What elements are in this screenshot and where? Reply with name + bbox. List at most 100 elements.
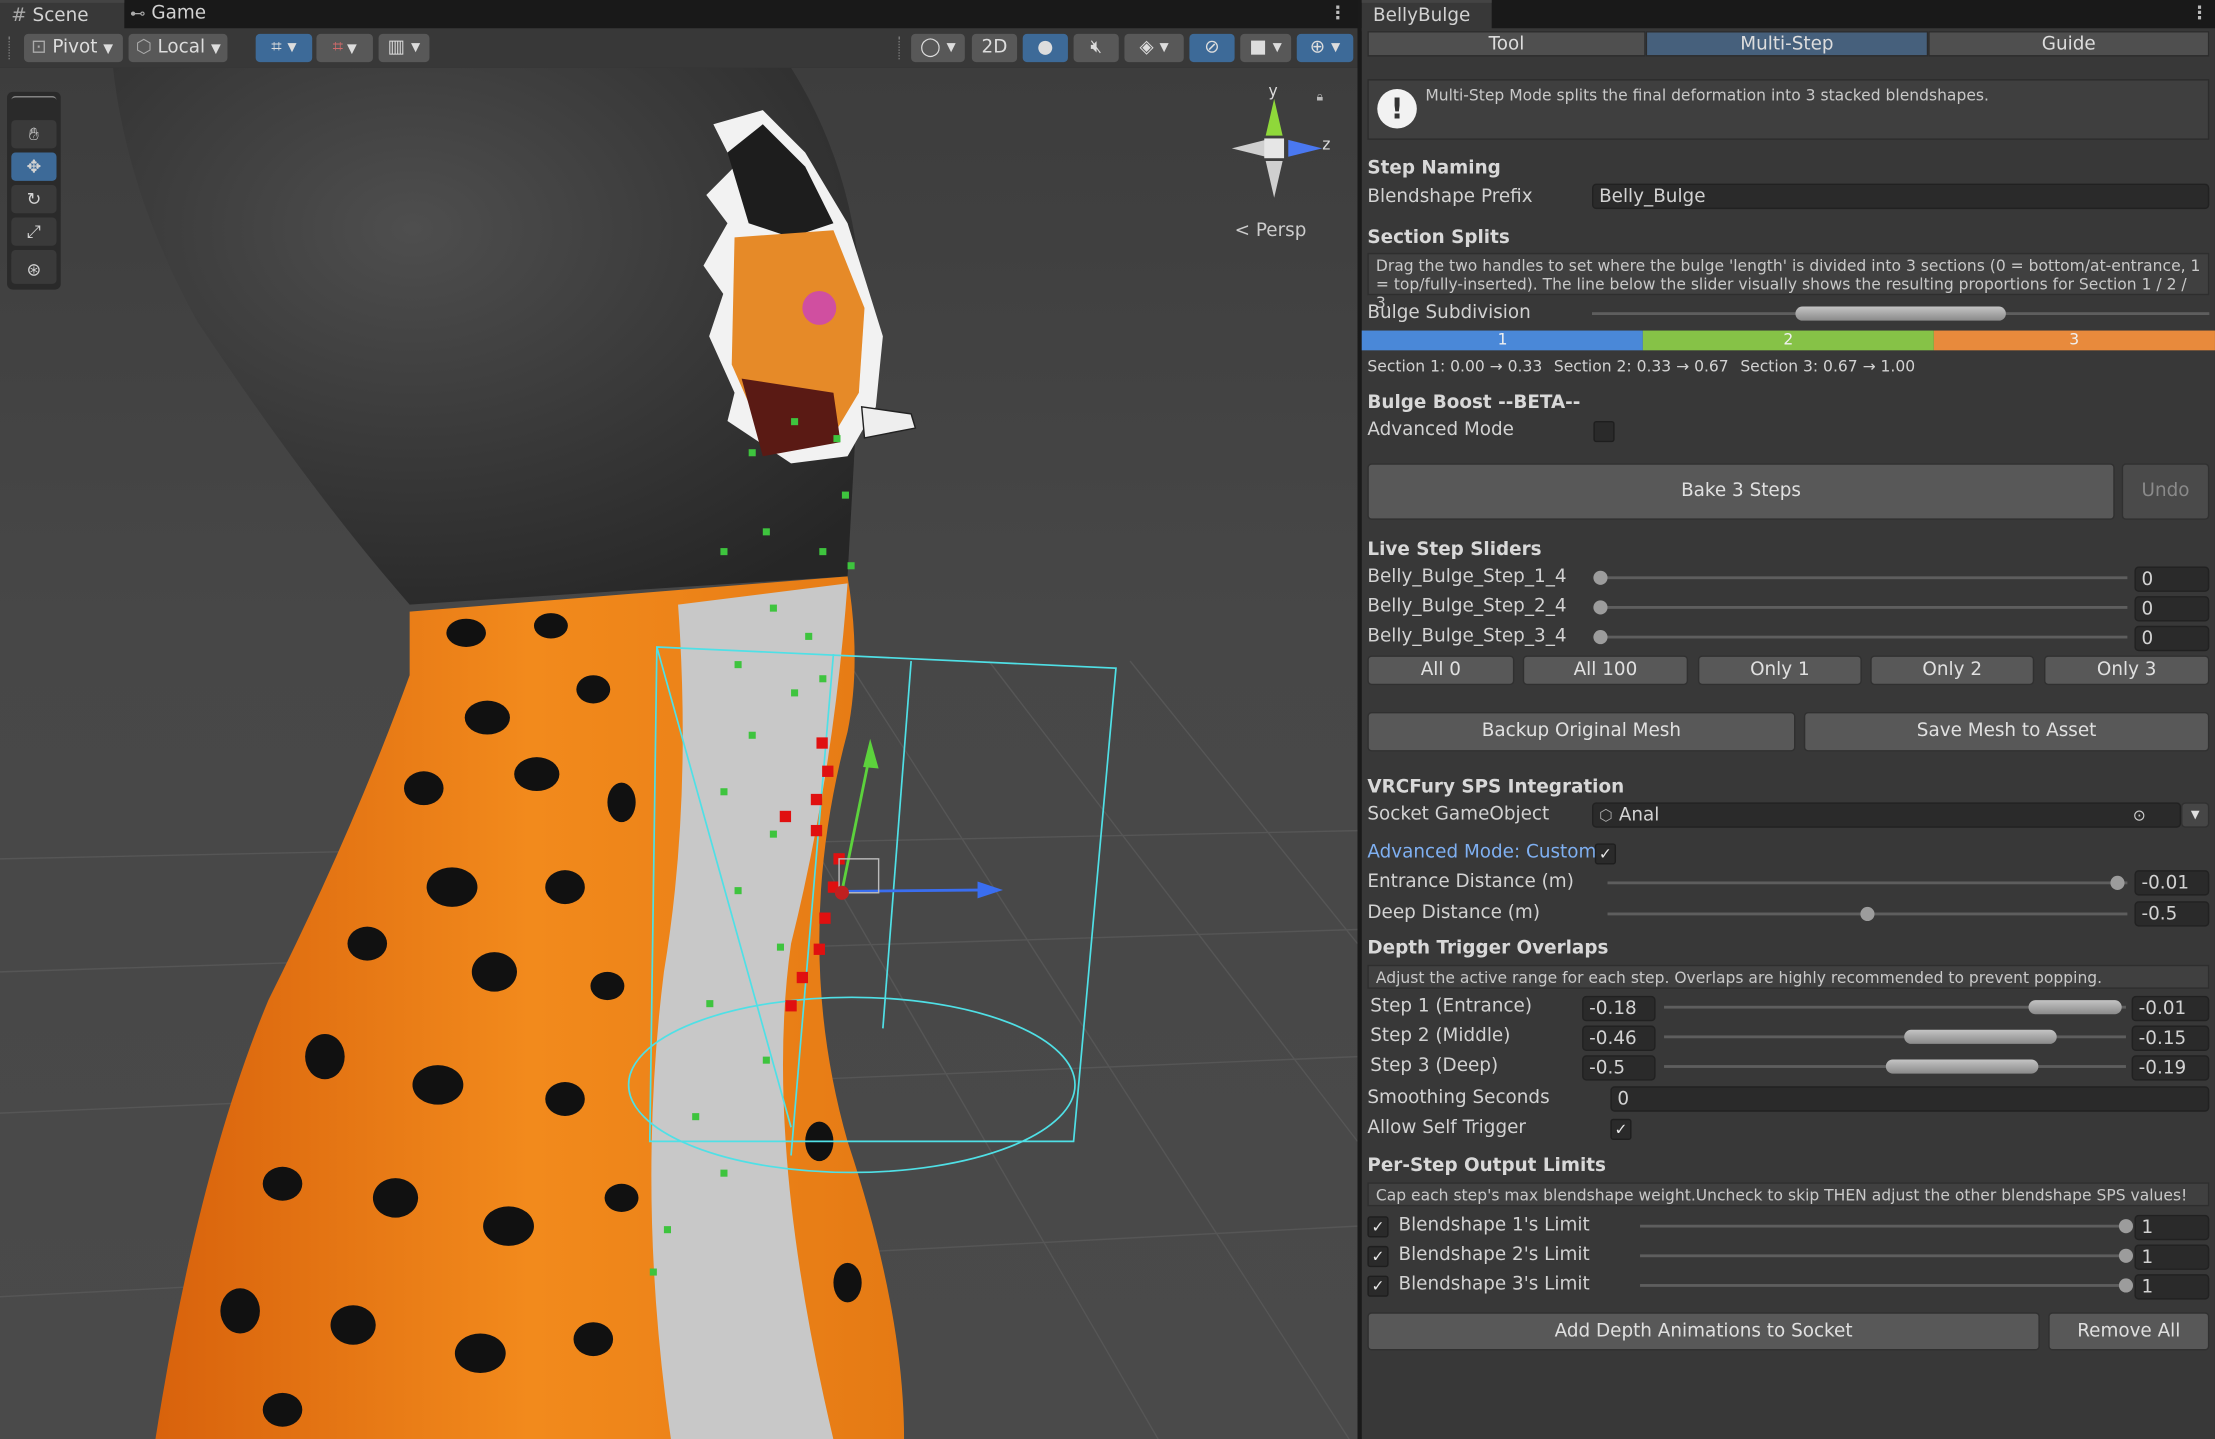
- socket-dropdown-button[interactable]: ▼: [2181, 802, 2210, 828]
- pivot-label: Pivot: [52, 36, 98, 58]
- entrance-knob[interactable]: [2109, 875, 2125, 890]
- depth-step-min-input[interactable]: -0.18: [1582, 995, 1656, 1022]
- transform-tool[interactable]: ⊛: [11, 255, 57, 284]
- scale-tool[interactable]: ⤢: [11, 217, 57, 246]
- depth-step-max-input[interactable]: -0.19: [2131, 1055, 2210, 1081]
- deep-distance-slider[interactable]: [1607, 905, 2128, 922]
- limit-checkbox[interactable]: ✓: [1367, 1216, 1389, 1238]
- gizmos-dropdown[interactable]: ⊕ ▾: [1296, 33, 1354, 63]
- object-picker-icon[interactable]: ⊙: [2133, 804, 2146, 827]
- scene-menu-icon[interactable]: ⋮: [1328, 0, 1348, 28]
- move-handle[interactable]: [834, 738, 1003, 900]
- smoothing-input[interactable]: 0: [1610, 1086, 2210, 1112]
- live-step-input[interactable]: 0: [2134, 566, 2210, 592]
- limit-checkbox[interactable]: ✓: [1367, 1245, 1389, 1268]
- inspector-menu-icon[interactable]: ⋮: [2190, 0, 2210, 28]
- tab-tool[interactable]: Tool: [1367, 31, 1646, 57]
- advanced-custom-checkbox[interactable]: ✓: [1594, 843, 1617, 865]
- live-step-input[interactable]: 0: [2134, 625, 2210, 652]
- depth-step-max-input[interactable]: -0.15: [2131, 1025, 2210, 1051]
- limit-slider[interactable]: [1640, 1218, 2134, 1235]
- orientation-gizmo[interactable]: y z 🔒︎ < Persp: [1223, 82, 1350, 252]
- rotate-tool[interactable]: ↻: [11, 185, 57, 214]
- prefix-input[interactable]: Belly_Bulge: [1592, 183, 2210, 210]
- depth-step-min-input[interactable]: -0.46: [1582, 1025, 1656, 1051]
- tab-game[interactable]: ⊷ Game: [119, 0, 243, 28]
- all-0-button[interactable]: All 0: [1367, 655, 1515, 686]
- depth-step-max-input[interactable]: -0.01: [2131, 995, 2210, 1022]
- depth-step-min-input[interactable]: -0.5: [1582, 1055, 1656, 1081]
- entrance-distance-input[interactable]: -0.01: [2134, 870, 2210, 896]
- projection-toggle[interactable]: < Persp: [1235, 220, 1307, 241]
- depth-step-range-slider[interactable]: [1664, 1028, 2126, 1045]
- visibility-toggle[interactable]: ⊘: [1189, 33, 1235, 63]
- live-step-knob[interactable]: [1593, 600, 1608, 615]
- hand-tool[interactable]: ✋︎: [11, 120, 57, 149]
- save-mesh-button[interactable]: Save Mesh to Asset: [1803, 711, 2210, 752]
- limit-knob[interactable]: [2118, 1219, 2134, 1234]
- remove-all-button[interactable]: Remove All: [2048, 1312, 2210, 1351]
- limit-input[interactable]: 1: [2134, 1244, 2210, 1270]
- lock-icon[interactable]: 🔒︎: [1317, 90, 1324, 104]
- live-step-knob[interactable]: [1593, 570, 1608, 585]
- gameobject-icon: ⬡: [1599, 806, 1613, 825]
- limit-knob[interactable]: [2118, 1278, 2134, 1293]
- inspector-title: BellyBulge: [1373, 5, 1471, 27]
- tab-multi-step[interactable]: Multi-Step: [1645, 31, 1929, 57]
- only-1-button[interactable]: Only 1: [1697, 655, 1862, 686]
- deep-knob[interactable]: [1860, 906, 1875, 922]
- tab-bellybulge[interactable]: BellyBulge: [1361, 0, 1492, 32]
- grid-visibility-dropdown[interactable]: ▥ ▾: [378, 33, 430, 63]
- limit-input[interactable]: 1: [2134, 1214, 2210, 1241]
- boost-advanced-checkbox[interactable]: [1593, 420, 1615, 443]
- limit-label: Blendshape 1's Limit: [1398, 1214, 1590, 1237]
- audio-toggle[interactable]: 🔇︎: [1073, 33, 1119, 63]
- all-100-button[interactable]: All 100: [1522, 655, 1689, 686]
- undo-button[interactable]: Undo: [2121, 463, 2210, 520]
- live-step-slider[interactable]: [1593, 629, 2128, 646]
- 2d-toggle[interactable]: 2D: [971, 33, 1018, 63]
- toolbar-grip: [8, 36, 12, 60]
- move-tool[interactable]: ✥: [11, 152, 57, 181]
- only-3-button[interactable]: Only 3: [2044, 655, 2210, 686]
- scene-viewport[interactable]: ✋︎ ✥ ↻ ⤢ ⬚ ⊛ y z 🔒︎ < Persp: [0, 67, 1358, 1439]
- live-step-knob[interactable]: [1593, 630, 1608, 645]
- add-depth-animations-button[interactable]: Add Depth Animations to Socket: [1367, 1312, 2040, 1351]
- bake-button[interactable]: Bake 3 Steps: [1367, 463, 2115, 520]
- socket-object-field[interactable]: ⬡ Anal ⊙: [1592, 802, 2182, 828]
- entrance-distance-slider[interactable]: [1607, 874, 2128, 891]
- depth-step-range[interactable]: [2028, 1000, 2122, 1015]
- subdivision-slider[interactable]: [1592, 305, 2210, 322]
- depth-step-range-slider[interactable]: [1664, 1058, 2126, 1075]
- limit-knob[interactable]: [2118, 1248, 2134, 1263]
- limit-slider[interactable]: [1640, 1247, 2134, 1264]
- shading-mode-dropdown[interactable]: ◯ ▾: [911, 33, 965, 63]
- live-step-slider[interactable]: [1593, 569, 2128, 586]
- camera-dropdown[interactable]: ■ ▾: [1240, 33, 1292, 63]
- live-step-input[interactable]: 0: [2134, 596, 2210, 622]
- grid-snap-toggle[interactable]: ⌗ ▾: [255, 33, 313, 63]
- depth-step-range[interactable]: [1885, 1059, 2039, 1074]
- incremental-snap-toggle[interactable]: ⌗ ▼: [316, 33, 373, 63]
- tab-scene[interactable]: # Scene: [0, 0, 125, 32]
- self-trigger-checkbox[interactable]: ✓: [1610, 1118, 1632, 1140]
- effects-dropdown[interactable]: ◈ ▾: [1124, 33, 1184, 63]
- tab-guide[interactable]: Guide: [1928, 31, 2210, 57]
- limit-checkbox[interactable]: ✓: [1367, 1275, 1389, 1297]
- live-step-label: Belly_Bulge_Step_3_4: [1367, 625, 1567, 647]
- section-3-range: Section 3: 0.67 → 1.00: [1740, 357, 1916, 376]
- local-dropdown[interactable]: ⬡ Local ▼: [128, 33, 228, 63]
- limit-slider[interactable]: [1640, 1277, 2134, 1294]
- palette-grip[interactable]: [11, 96, 57, 106]
- depth-step-range-slider[interactable]: [1664, 999, 2126, 1016]
- depth-step-range[interactable]: [1904, 1029, 2057, 1044]
- deep-distance-input[interactable]: -0.5: [2134, 901, 2210, 927]
- subdivision-range[interactable]: [1795, 306, 2006, 321]
- backup-mesh-button[interactable]: Backup Original Mesh: [1367, 711, 1796, 752]
- limit-input[interactable]: 1: [2134, 1274, 2210, 1300]
- lighting-toggle[interactable]: ●: [1022, 33, 1068, 63]
- live-sliders-header: Live Step Sliders: [1367, 539, 1542, 561]
- only-2-button[interactable]: Only 2: [1870, 655, 2035, 686]
- pivot-dropdown[interactable]: ⊡ Pivot ▼: [24, 33, 123, 63]
- live-step-slider[interactable]: [1593, 599, 2128, 616]
